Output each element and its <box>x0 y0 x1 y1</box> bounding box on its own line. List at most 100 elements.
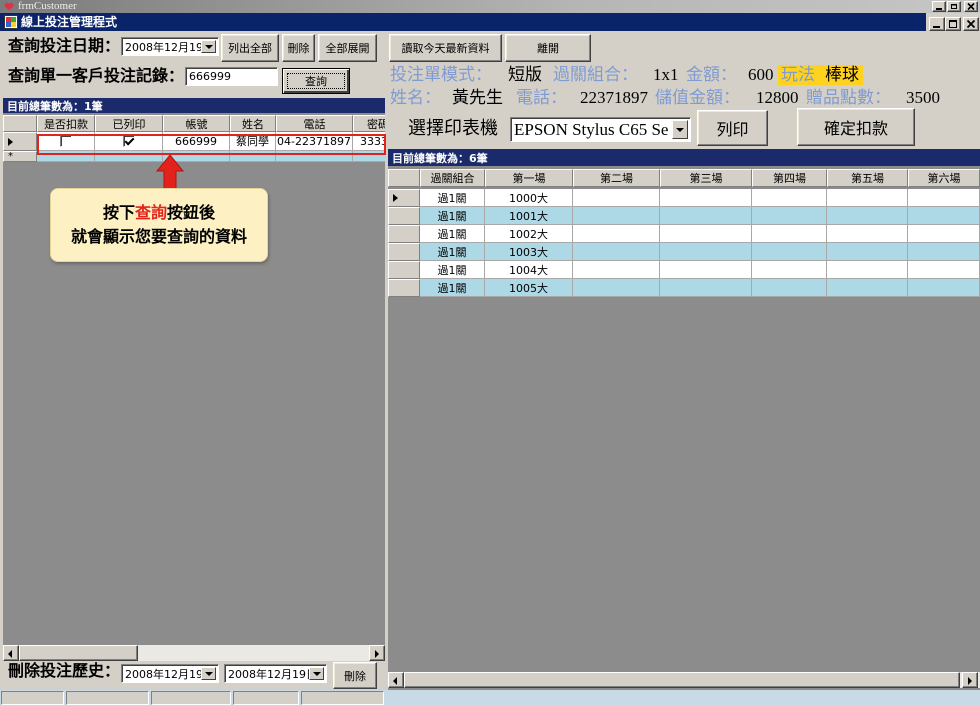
column-header-game-5[interactable]: 第五場 <box>827 169 908 187</box>
cell-game-5[interactable] <box>827 243 908 261</box>
new-row-selector[interactable]: * <box>3 151 37 162</box>
cell-game-4[interactable] <box>752 189 827 207</box>
history-to-date-picker[interactable]: 2008年12月19日 <box>224 664 327 683</box>
printer-select[interactable]: EPSON Stylus C65 Se <box>510 117 691 142</box>
cell-game-2[interactable] <box>573 279 660 297</box>
column-header-name[interactable]: 姓名 <box>230 115 276 132</box>
cell-game-6[interactable] <box>908 279 980 297</box>
column-header-game-2[interactable]: 第二場 <box>573 169 660 187</box>
chevron-down-icon[interactable] <box>309 667 324 680</box>
column-header-printed[interactable]: 已列印 <box>95 115 163 132</box>
scroll-left-button[interactable] <box>3 645 19 661</box>
row-selector[interactable] <box>3 132 37 151</box>
cell-game-6[interactable] <box>908 189 980 207</box>
right-grid-horizontal-scrollbar[interactable] <box>388 672 980 688</box>
outer-restore-button[interactable] <box>947 1 961 12</box>
cell-game-6[interactable] <box>908 207 980 225</box>
column-header-password[interactable]: 密碼 <box>353 115 385 132</box>
cell-game-5[interactable] <box>827 279 908 297</box>
cell-game-5[interactable] <box>827 261 908 279</box>
scroll-right-button[interactable] <box>369 645 385 661</box>
list-all-button[interactable]: 列出全部 <box>221 34 279 62</box>
outer-minimize-button[interactable] <box>932 1 946 12</box>
cell-game-2[interactable] <box>573 207 660 225</box>
column-header-game-6[interactable]: 第六場 <box>908 169 980 187</box>
cell-game-6[interactable] <box>908 225 980 243</box>
child-minimize-button[interactable] <box>929 17 945 31</box>
cell-game-3[interactable] <box>660 225 752 243</box>
chevron-down-icon[interactable] <box>672 120 688 139</box>
table-row[interactable]: 過1關 1004大 <box>388 261 980 279</box>
row-selector[interactable] <box>388 189 420 207</box>
chevron-down-icon[interactable] <box>201 40 216 53</box>
exit-button[interactable]: 離開 <box>505 34 591 62</box>
column-header-phone[interactable]: 電話 <box>276 115 353 132</box>
cell-game-3[interactable] <box>660 279 752 297</box>
column-header-game-1[interactable]: 第一場 <box>485 169 573 187</box>
delete-button[interactable]: 刪除 <box>282 34 315 62</box>
cell-game-4[interactable] <box>752 261 827 279</box>
cell-game-3[interactable] <box>660 261 752 279</box>
scroll-left-button[interactable] <box>388 672 404 688</box>
row-selector[interactable] <box>388 207 420 225</box>
table-row[interactable]: 過1關 1000大 <box>388 189 980 207</box>
print-button[interactable]: 列印 <box>697 110 768 146</box>
cell-game-4[interactable] <box>752 279 827 297</box>
row-selector[interactable] <box>388 225 420 243</box>
chevron-down-icon[interactable] <box>201 667 216 680</box>
cell-game-2[interactable] <box>573 261 660 279</box>
cell-game-1[interactable]: 1003大 <box>485 243 573 261</box>
scroll-thumb[interactable] <box>19 645 138 661</box>
cell-game-2[interactable] <box>573 225 660 243</box>
cell-game-4[interactable] <box>752 243 827 261</box>
cell-pass-combo[interactable]: 過1關 <box>420 243 485 261</box>
cell-pass-combo[interactable]: 過1關 <box>420 189 485 207</box>
customer-bet-grid[interactable]: 目前總筆數為：1筆 是否扣款 已列印 帳號 姓名 電話 密碼 666999 蔡同… <box>3 98 385 661</box>
bet-detail-grid[interactable]: 目前總筆數為：6筆 過關組合 第一場 第二場 第三場 第四場 第五場 第六場 過… <box>388 149 980 690</box>
search-button[interactable]: 查詢 <box>282 68 350 94</box>
expand-all-button[interactable]: 全部展開 <box>318 34 377 62</box>
delete-history-button[interactable]: 刪除 <box>333 662 377 689</box>
table-row[interactable]: 過1關 1001大 <box>388 207 980 225</box>
row-selector[interactable] <box>388 243 420 261</box>
column-header-deducted[interactable]: 是否扣款 <box>37 115 95 132</box>
query-date-picker[interactable]: 2008年12月19日 <box>121 37 219 56</box>
customer-account-input[interactable]: 666999 <box>185 67 278 86</box>
cell-game-1[interactable]: 1005大 <box>485 279 573 297</box>
cell-game-6[interactable] <box>908 261 980 279</box>
cell-game-6[interactable] <box>908 243 980 261</box>
column-header-account[interactable]: 帳號 <box>163 115 230 132</box>
scroll-right-button[interactable] <box>962 672 978 688</box>
row-selector[interactable] <box>388 279 420 297</box>
child-restore-button[interactable] <box>945 17 961 31</box>
cell-game-3[interactable] <box>660 243 752 261</box>
cell-game-4[interactable] <box>752 225 827 243</box>
cell-game-1[interactable]: 1002大 <box>485 225 573 243</box>
cell-game-5[interactable] <box>827 189 908 207</box>
table-row[interactable]: 過1關 1003大 <box>388 243 980 261</box>
cell-pass-combo[interactable]: 過1關 <box>420 261 485 279</box>
cell-game-1[interactable]: 1001大 <box>485 207 573 225</box>
cell-game-5[interactable] <box>827 225 908 243</box>
confirm-deduct-button[interactable]: 確定扣款 <box>797 108 915 146</box>
table-row[interactable]: 過1關 1005大 <box>388 279 980 297</box>
cell-pass-combo[interactable]: 過1關 <box>420 207 485 225</box>
row-selector[interactable] <box>388 261 420 279</box>
cell-game-2[interactable] <box>573 189 660 207</box>
cell-game-1[interactable]: 1000大 <box>485 189 573 207</box>
table-row[interactable]: 過1關 1002大 <box>388 225 980 243</box>
column-header-pass-combo[interactable]: 過關組合 <box>420 169 485 187</box>
cell-game-3[interactable] <box>660 189 752 207</box>
column-header-game-4[interactable]: 第四場 <box>752 169 827 187</box>
cell-game-3[interactable] <box>660 207 752 225</box>
cell-game-2[interactable] <box>573 243 660 261</box>
cell-game-5[interactable] <box>827 207 908 225</box>
cell-pass-combo[interactable]: 過1關 <box>420 279 485 297</box>
scroll-thumb[interactable] <box>404 672 960 688</box>
column-header-game-3[interactable]: 第三場 <box>660 169 752 187</box>
child-close-button[interactable] <box>963 17 979 31</box>
cell-pass-combo[interactable]: 過1關 <box>420 225 485 243</box>
left-grid-horizontal-scrollbar[interactable] <box>3 645 385 661</box>
outer-close-button[interactable] <box>964 1 978 12</box>
cell-game-1[interactable]: 1004大 <box>485 261 573 279</box>
